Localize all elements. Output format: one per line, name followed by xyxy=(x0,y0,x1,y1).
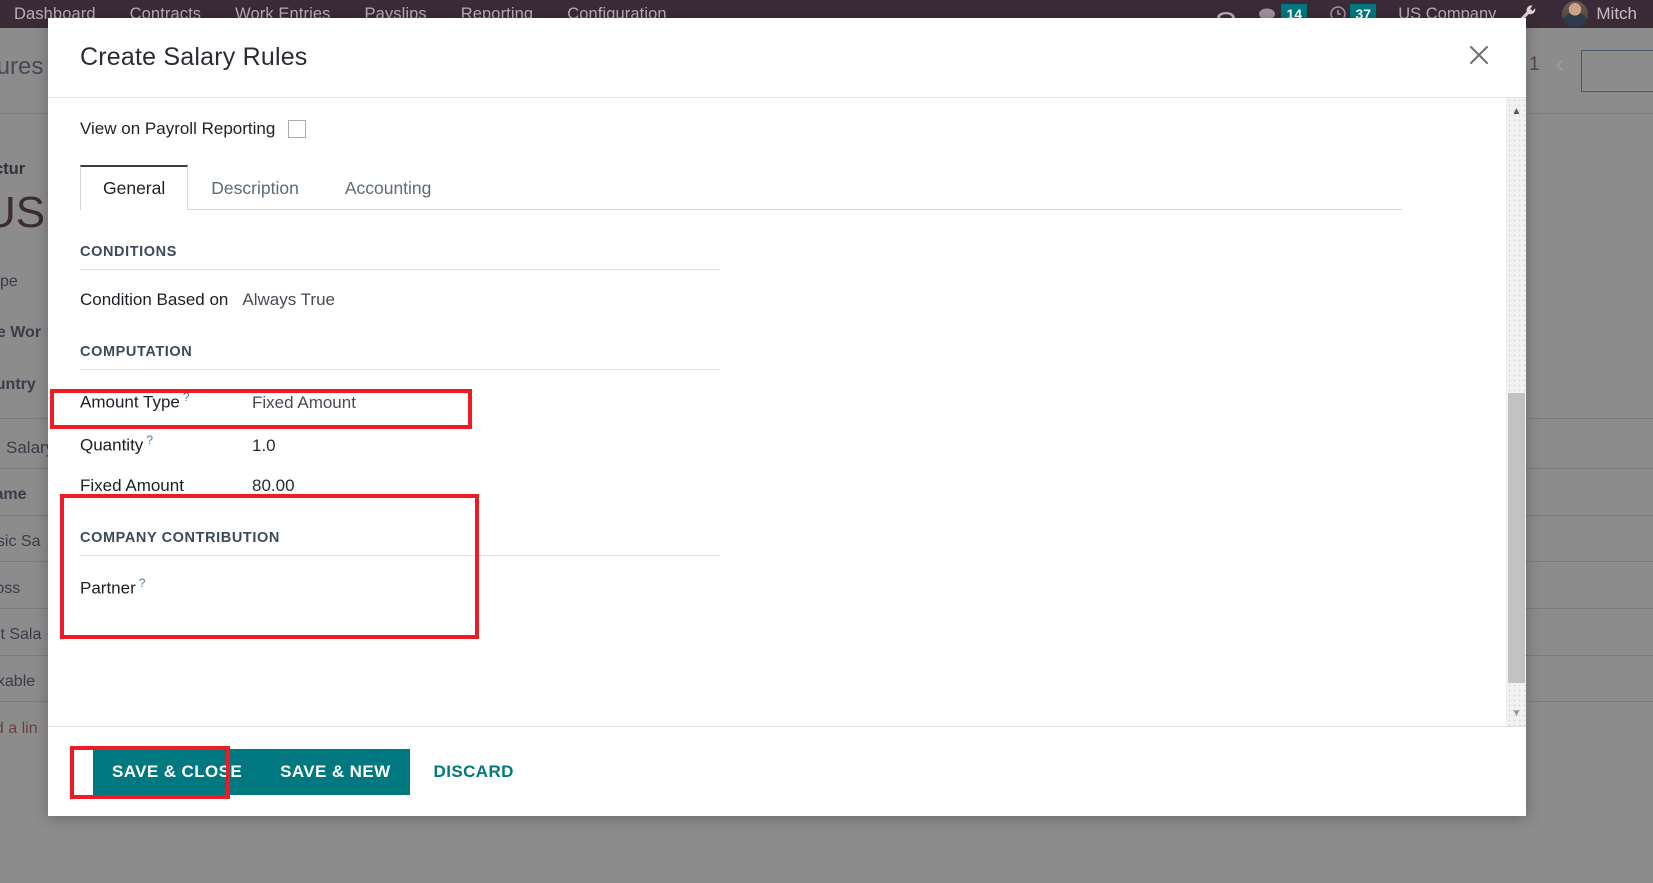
scroll-up-icon[interactable]: ▲ xyxy=(1507,102,1526,120)
section-conditions: CONDITIONS Condition Based on Always Tru… xyxy=(80,244,720,310)
background-row-net: let Sala xyxy=(0,626,42,643)
amount-type-label: Amount Type? xyxy=(80,390,238,413)
help-icon[interactable]: ? xyxy=(139,576,146,590)
background-table-header: Salary xyxy=(6,438,55,457)
fixed-amount-value[interactable]: 80.00 xyxy=(252,476,295,496)
discard-button[interactable]: DISCARD xyxy=(410,749,533,795)
background-field-country: ountry xyxy=(0,376,36,393)
create-salary-rules-dialog: Create Salary Rules View on Payroll Repo… xyxy=(48,18,1526,816)
amount-type-row: Amount Type? Fixed Amount xyxy=(80,390,720,413)
quantity-row: Quantity? 1.0 xyxy=(80,433,720,456)
background-structure-value: US xyxy=(0,188,46,237)
view-on-payroll-reporting-label: View on Payroll Reporting xyxy=(80,119,276,138)
close-icon[interactable] xyxy=(1458,42,1500,74)
scroll-down-icon[interactable]: ▼ xyxy=(1507,704,1526,722)
user-menu[interactable]: Mitch xyxy=(1562,1,1637,27)
condition-based-on-row: Condition Based on Always True xyxy=(80,290,720,310)
quantity-value[interactable]: 1.0 xyxy=(252,436,276,456)
tab-bar: General Description Accounting xyxy=(80,164,1402,211)
amount-type-value[interactable]: Fixed Amount xyxy=(252,393,356,413)
background-field-use-worked: se Wor xyxy=(0,324,42,341)
partner-label-text: Partner xyxy=(80,578,136,598)
breadcrumb: tures xyxy=(0,53,44,80)
background-row-taxable: axable xyxy=(0,673,36,690)
help-icon[interactable]: ? xyxy=(146,433,153,447)
section-conditions-title: CONDITIONS xyxy=(80,244,720,271)
dialog-footer: SAVE & CLOSE SAVE & NEW DISCARD xyxy=(48,726,1526,816)
quantity-label: Quantity? xyxy=(80,433,238,456)
partner-row: Partner? xyxy=(80,576,720,599)
section-computation-title: COMPUTATION xyxy=(80,344,720,371)
dialog-form: View on Payroll Reporting General Descri… xyxy=(48,98,1506,726)
save-and-new-button[interactable]: SAVE & NEW xyxy=(261,748,410,795)
avatar xyxy=(1562,1,1589,27)
save-and-close-button[interactable]: SAVE & CLOSE xyxy=(93,748,262,795)
fixed-amount-label: Fixed Amount xyxy=(80,475,184,495)
help-icon[interactable]: ? xyxy=(183,390,190,404)
background-row-basic: asic Sa xyxy=(0,533,41,550)
section-company-contribution: COMPANY CONTRIBUTION Partner? xyxy=(80,530,720,599)
view-on-payroll-reporting-checkbox[interactable] xyxy=(288,120,306,138)
background-field-type: ype xyxy=(0,273,18,290)
username-label: Mitch xyxy=(1596,4,1637,23)
scrollbar-thumb[interactable] xyxy=(1508,393,1525,683)
background-row-name: lame xyxy=(0,486,27,503)
tab-general[interactable]: General xyxy=(80,165,189,211)
section-company-contribution-title: COMPANY CONTRIBUTION xyxy=(80,530,720,556)
condition-based-on-label: Condition Based on xyxy=(80,290,229,310)
background-row-gross: ross xyxy=(0,580,21,597)
pager-value: 1 xyxy=(1529,53,1540,75)
dialog-header: Create Salary Rules xyxy=(48,18,1526,98)
partner-label: Partner? xyxy=(80,576,145,599)
condition-based-on-value[interactable]: Always True xyxy=(242,290,335,310)
section-computation: COMPUTATION Amount Type? Fixed Amount Qu… xyxy=(80,344,720,495)
search-input[interactable] xyxy=(1581,50,1653,92)
pager: 1 ‹ › xyxy=(1529,50,1588,79)
amount-type-label-text: Amount Type xyxy=(80,393,180,412)
background-add-a-line[interactable]: dd a lin xyxy=(0,720,38,738)
background-structure-label: tructur xyxy=(0,160,26,178)
dialog-scrollbar[interactable]: ▲ ▼ xyxy=(1506,98,1526,726)
tab-description[interactable]: Description xyxy=(188,166,322,210)
quantity-label-text: Quantity xyxy=(80,435,144,455)
pager-prev-icon[interactable]: ‹ xyxy=(1556,50,1564,79)
dialog-body: View on Payroll Reporting General Descri… xyxy=(48,98,1526,726)
dialog-title: Create Salary Rules xyxy=(80,43,308,71)
view-on-payroll-reporting-row: View on Payroll Reporting xyxy=(80,98,1506,142)
tab-accounting[interactable]: Accounting xyxy=(322,166,455,210)
fixed-amount-row: Fixed Amount 80.00 xyxy=(80,476,720,496)
